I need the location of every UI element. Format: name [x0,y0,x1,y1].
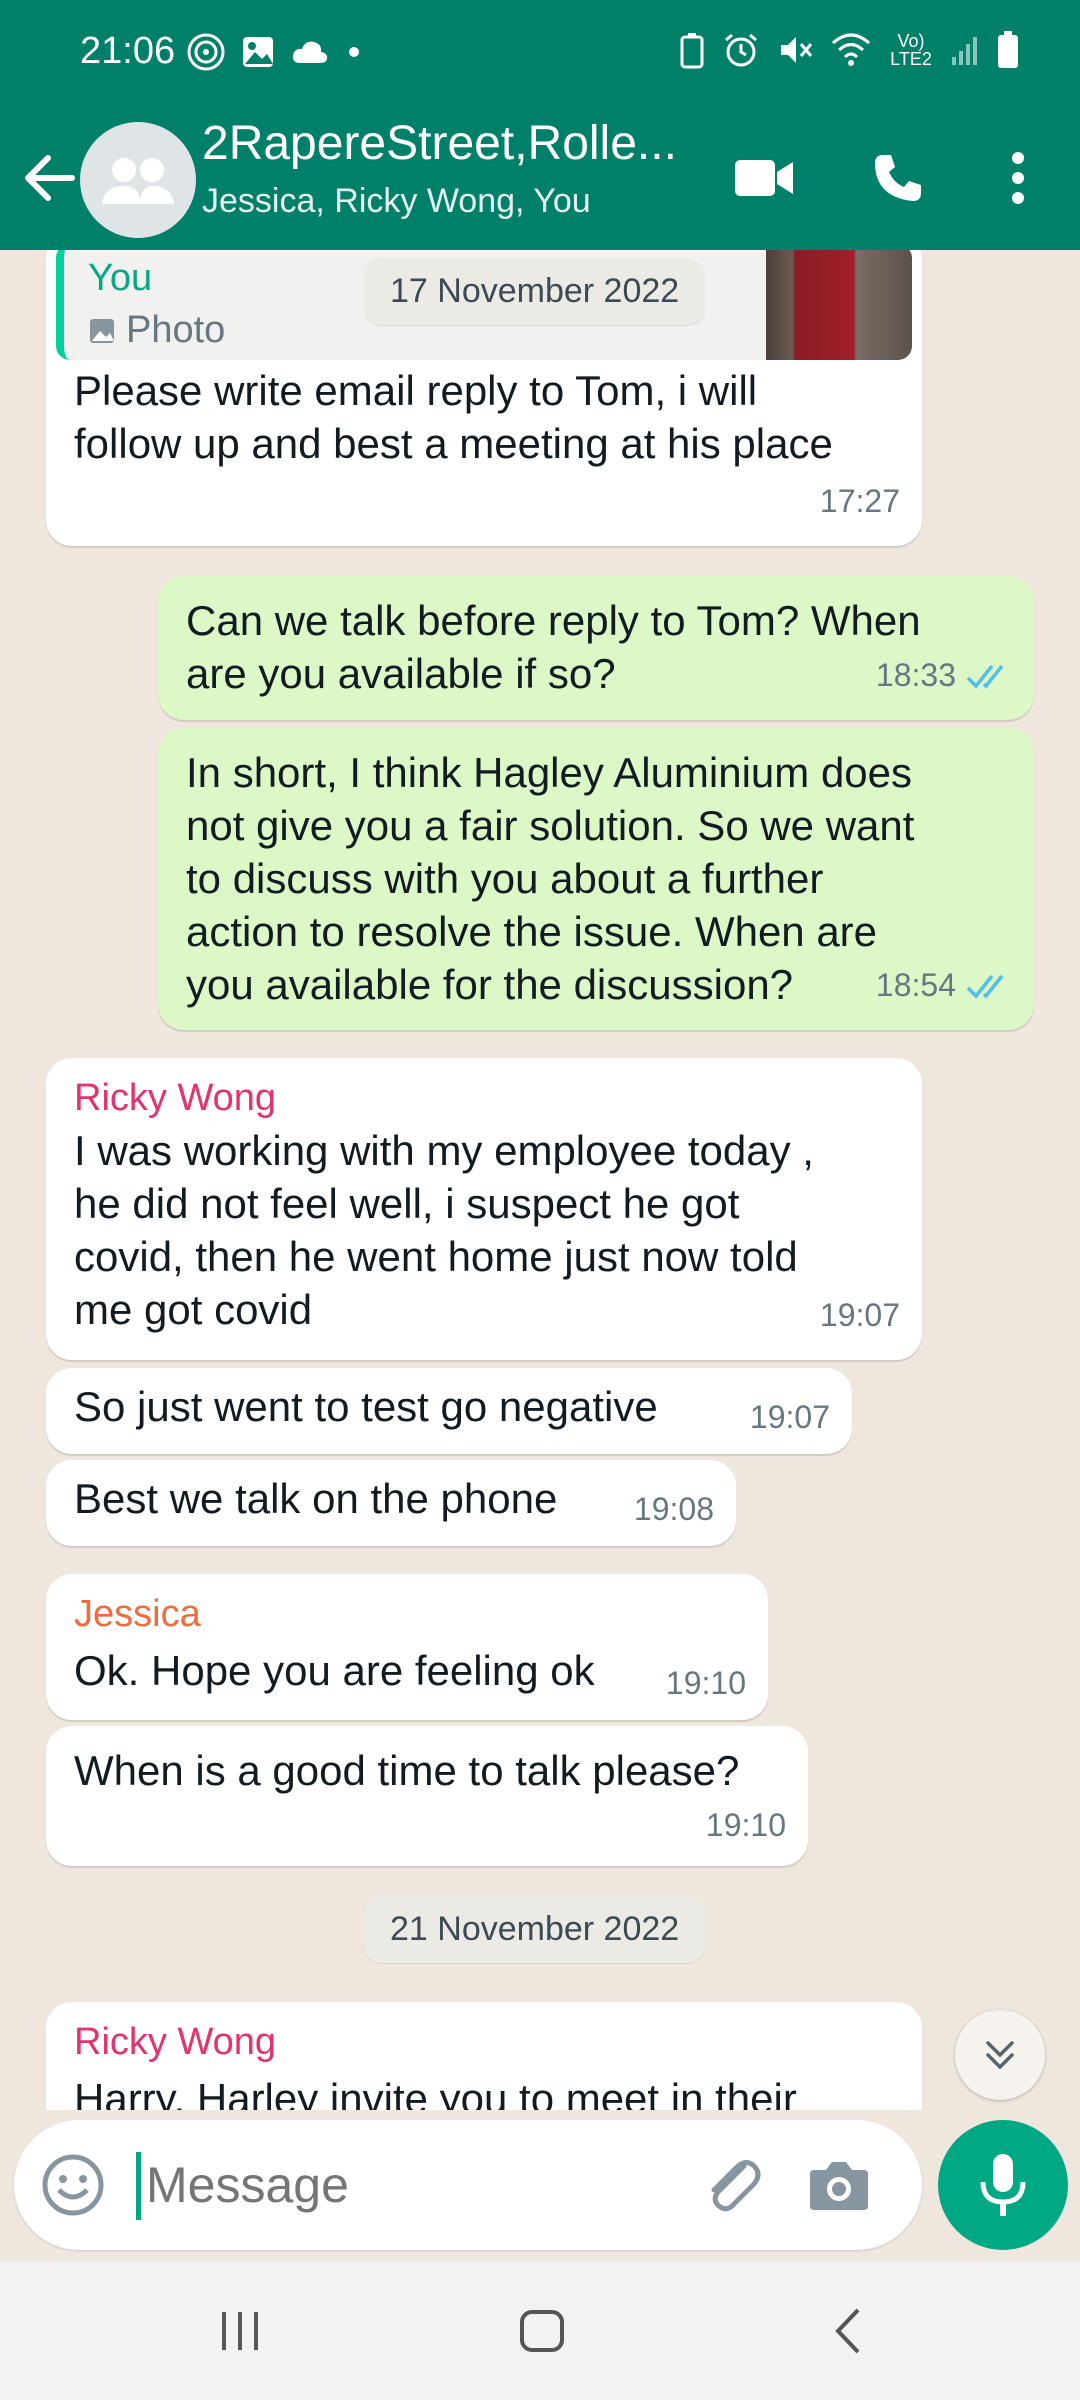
read-ticks-icon [966,664,1004,689]
chat-header: 2RapereStreet,Rolle... Jessica, Ricky Wo… [0,110,1080,250]
message-bubble[interactable]: Best we talk on the phone 19:08 [46,1460,736,1546]
recent-apps-button[interactable] [200,2296,280,2366]
home-icon [520,2310,564,2352]
voice-call-button[interactable] [858,138,938,218]
chat-participants[interactable]: Jessica, Ricky Wong, You [202,182,591,221]
more-vertical-icon [1012,152,1024,204]
message-sender[interactable]: Ricky Wong [46,2016,276,2069]
message-text: So just went to test go negative [74,1383,658,1430]
message-text: Can we talk before reply to Tom? When ar… [186,597,921,697]
reply-type: Photo [126,309,226,351]
paperclip-icon [711,2160,761,2212]
signal-icon [952,37,977,65]
group-icon [102,158,174,204]
double-chevron-down-icon [986,2041,1014,2070]
back-arrow-icon [25,155,75,201]
attach-button[interactable] [698,2150,768,2220]
microphone-icon [980,2154,1026,2216]
battery-icon [998,31,1018,68]
message-text: Ok. Hope you are feeling ok [74,1647,595,1694]
message-bubble[interactable]: So just went to test go negative 19:07 [46,1368,852,1454]
gallery-icon [243,37,273,67]
message-bubble-outgoing[interactable]: Can we talk before reply to Tom? When ar… [158,576,1034,720]
video-call-button[interactable] [724,138,804,218]
phone-icon [875,155,921,201]
back-nav-button[interactable] [808,2296,888,2366]
message-list[interactable]: You Photo Please write email reply to To… [0,250,1080,2110]
emoji-icon [42,2154,104,2216]
message-time: 19:07 [819,1297,900,1333]
date-chip: 21 November 2022 [364,1896,706,1963]
message-time: 19:10 [705,1807,786,1843]
message-bubble-outgoing[interactable]: In short, I think Hagley Aluminium does … [158,728,1034,1030]
battery-saver-icon [680,33,704,69]
message-text: When is a good time to talk please? [74,1747,740,1794]
back-chevron-icon [835,2308,860,2354]
more-options-button[interactable] [978,138,1058,218]
scroll-to-bottom-button[interactable] [955,2010,1045,2100]
message-time: 19:07 [749,1399,830,1435]
fingerprint-icon [187,33,225,71]
group-avatar[interactable] [80,122,196,238]
mute-icon [781,37,813,63]
reply-thumbnail [766,250,912,360]
message-time: 19:10 [665,1665,746,1701]
camera-button[interactable] [804,2150,874,2220]
dot-icon [349,47,359,57]
read-ticks-icon [966,974,1004,999]
status-right-icons: Vo) LTE2 [678,30,1020,70]
message-time-group: 18:54 [876,959,1012,1012]
message-time-group: 18:33 [876,649,1012,702]
cloud-icon [292,41,328,63]
message-input[interactable] [146,2146,666,2224]
message-bubble[interactable]: Ricky Wong I was working with my employe… [46,1058,922,1360]
message-time: 17:27 [819,483,900,519]
wifi-icon [832,33,870,66]
back-button[interactable] [20,138,80,218]
message-bubble[interactable]: When is a good time to talk please? 19:1… [46,1726,808,1866]
network-label: Vo) LTE2 [890,31,932,69]
message-text: I was working with my employee today , h… [74,1127,814,1333]
recent-apps-icon [222,2312,258,2350]
alarm-icon [725,33,757,67]
message-text: Harry, Harley invite you to meet in thei… [74,2075,797,2110]
reply-sender: You [88,257,153,299]
message-sender[interactable]: Jessica [46,1588,201,1641]
message-composer [14,2120,922,2250]
text-cursor [136,2152,141,2220]
status-bar: 21:06 Vo) LTE2 [0,0,1080,110]
message-time: 18:33 [875,657,956,693]
date-chip: 17 November 2022 [364,258,706,325]
message-text: In short, I think Hagley Aluminium does … [186,749,915,1008]
message-time: 18:54 [875,967,956,1003]
message-bubble[interactable]: Ricky Wong Harry, Harley invite you to m… [46,2002,922,2110]
message-sender[interactable]: Ricky Wong [46,1072,276,1125]
message-bubble[interactable]: Jessica Ok. Hope you are feeling ok 19:1… [46,1574,768,1720]
message-time: 19:08 [633,1491,714,1527]
home-button[interactable] [502,2296,582,2366]
emoji-button[interactable] [40,2152,106,2218]
photo-icon [90,318,114,343]
message-text: Please write email reply to Tom, i will … [74,367,833,467]
status-time: 21:06 [80,30,176,72]
message-text: Best we talk on the phone [74,1475,558,1522]
voice-message-button[interactable] [938,2120,1068,2250]
chat-title[interactable]: 2RapereStreet,Rolle... [202,116,702,171]
camera-icon [810,2162,868,2210]
video-camera-icon [735,160,793,196]
status-left-icons [186,32,364,72]
system-navigation-bar [0,2262,1080,2400]
